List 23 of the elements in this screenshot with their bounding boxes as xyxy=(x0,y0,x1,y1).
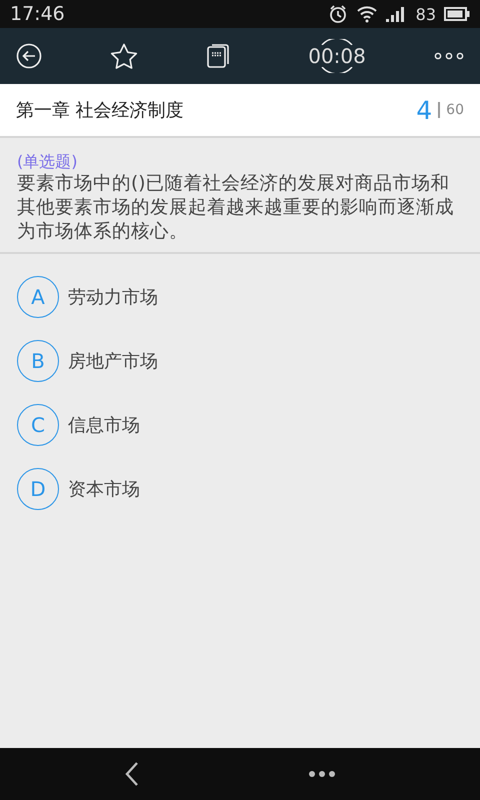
question-text: 要素市场中的()已随着社会经济的发展对商品市场和其他要素市场的发展起着越来越重要的影响而逐渐成为市场体系的核心。 xyxy=(17,172,455,244)
timer-arc-icon xyxy=(320,67,354,73)
back-icon[interactable] xyxy=(16,43,42,69)
alarm-clock-icon xyxy=(328,4,348,24)
option-text[interactable]: 资本市场 xyxy=(68,477,140,501)
question-type: (单选题) xyxy=(17,152,78,172)
option-text[interactable]: 信息市场 xyxy=(68,413,140,437)
more-icon[interactable] xyxy=(308,770,336,778)
status-time: 17:46 xyxy=(10,3,65,25)
option-text[interactable]: 房地产市场 xyxy=(68,349,158,373)
option-text[interactable]: 劳动力市场 xyxy=(68,285,158,309)
star-icon[interactable] xyxy=(110,43,138,69)
battery-icon xyxy=(444,7,470,21)
timer-text: 00:08 xyxy=(308,45,366,67)
more-icon[interactable] xyxy=(434,52,464,60)
card-stack-icon[interactable] xyxy=(206,43,230,69)
battery-percent: 83 xyxy=(416,4,436,24)
current-question-number: 4 xyxy=(416,96,432,124)
back-chevron-icon[interactable] xyxy=(124,761,140,787)
total-questions: 60 xyxy=(446,102,464,118)
timer-arc-icon xyxy=(320,39,354,45)
chapter-title: 第一章 社会经济制度 xyxy=(16,99,184,122)
wifi-icon xyxy=(356,5,378,23)
